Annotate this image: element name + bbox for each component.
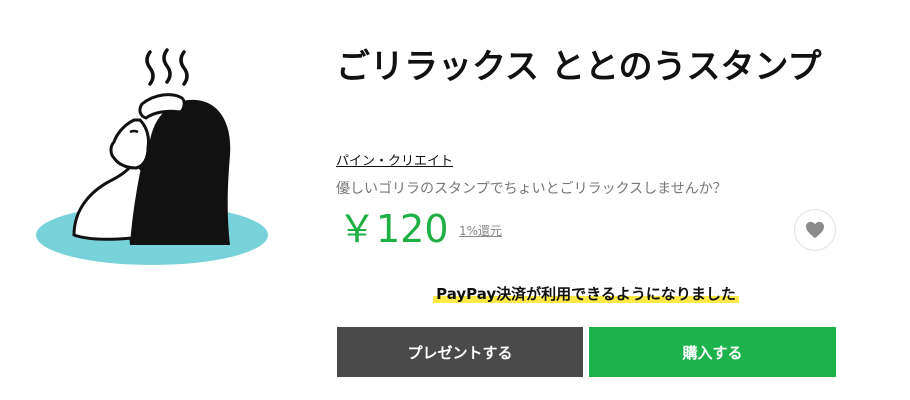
paypay-notice-text: PayPay決済が利用できるようになりました xyxy=(433,285,739,303)
sticker-title: ごリラックス ととのうスタンプ xyxy=(336,47,822,87)
sticker-description: 優しいゴリラのスタンプでちょいとごリラックスしませんか？ xyxy=(336,181,727,197)
buy-button[interactable]: 購入する xyxy=(589,327,836,377)
heart-icon xyxy=(806,221,824,239)
paypay-notice: PayPay決済が利用できるようになりました xyxy=(336,283,836,304)
gorilla-onsen-icon xyxy=(36,48,268,265)
author-link[interactable]: パイン・クリエイト xyxy=(336,150,453,169)
sticker-thumbnail xyxy=(30,40,280,280)
present-button[interactable]: プレゼントする xyxy=(337,327,583,377)
rebate-link[interactable]: 1%還元 xyxy=(459,222,502,239)
favorite-button[interactable] xyxy=(794,209,836,251)
price: ￥120 xyxy=(338,207,449,251)
